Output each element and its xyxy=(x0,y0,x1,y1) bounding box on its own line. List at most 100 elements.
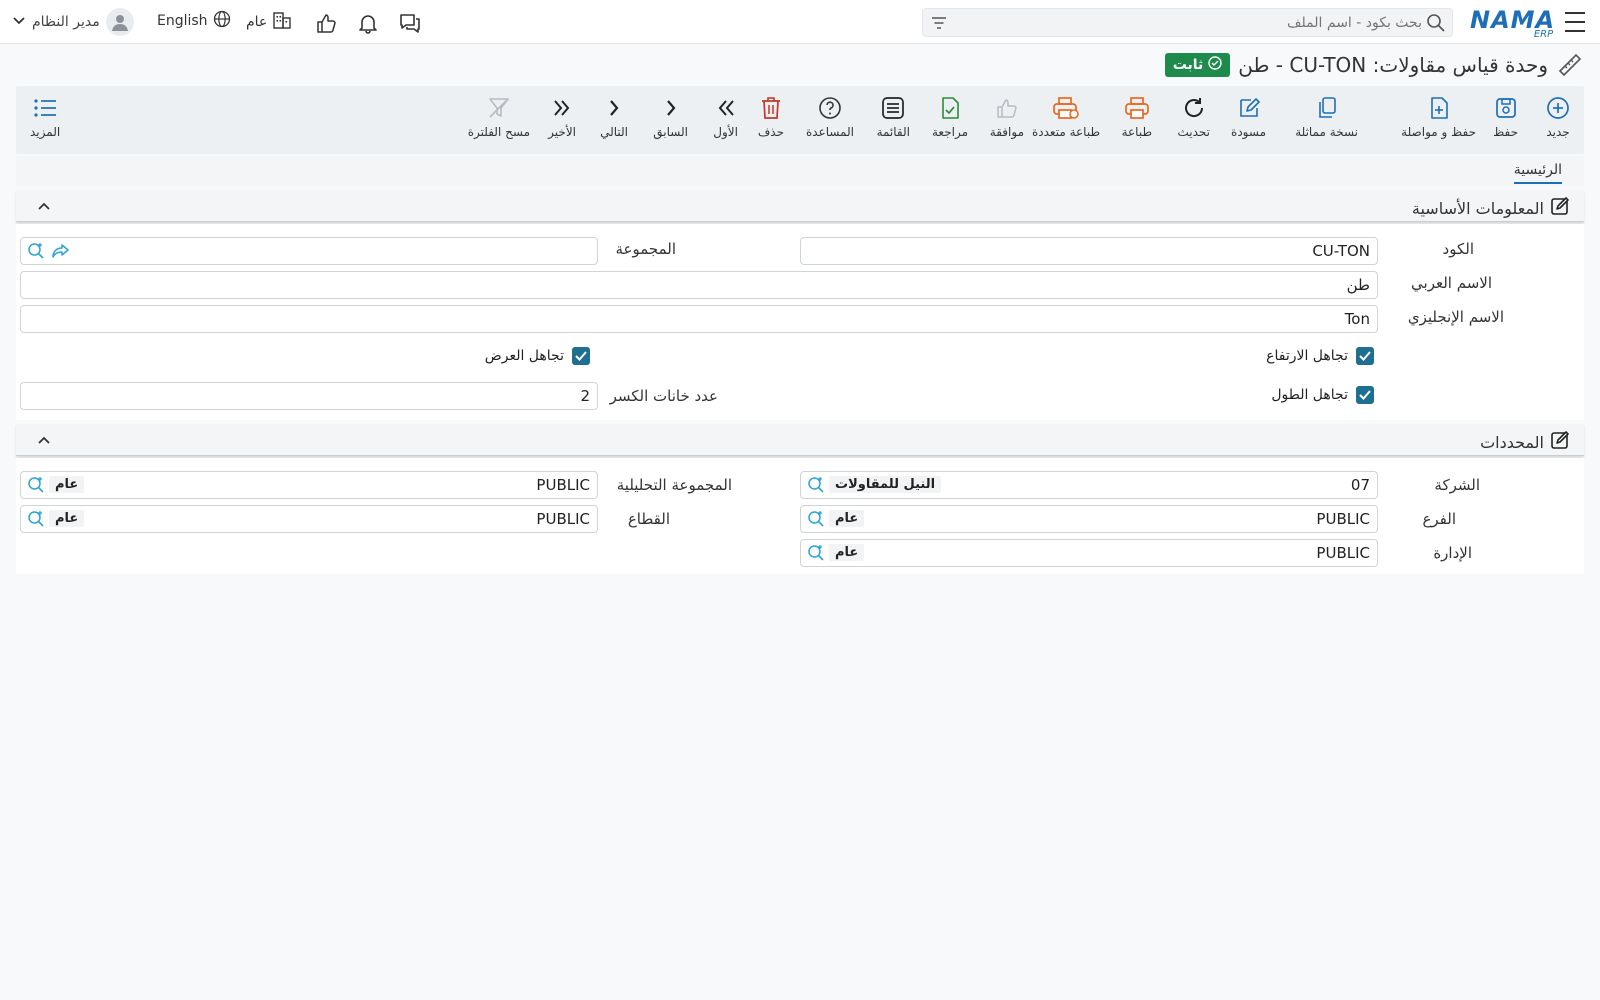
refresh-icon xyxy=(1182,94,1206,122)
top-bar: NAMA ERP عام English مدير النظام xyxy=(0,0,1600,44)
refresh-button[interactable]: تحديث xyxy=(1177,94,1210,139)
edit-square-icon xyxy=(1550,430,1570,454)
copy-icon xyxy=(1315,94,1339,122)
search-add-icon[interactable] xyxy=(27,476,45,498)
filter-icon[interactable] xyxy=(931,15,947,34)
branch-name-chip: عام xyxy=(829,510,865,527)
chevron-up-icon[interactable] xyxy=(36,198,52,214)
share-arrow-icon[interactable] xyxy=(51,242,71,264)
company-label: الشركة xyxy=(1434,476,1480,494)
checkbox-checked-icon[interactable] xyxy=(572,347,590,365)
new-button[interactable]: جديد xyxy=(1546,94,1570,139)
edit-square-icon xyxy=(1550,196,1570,220)
department-name-chip: عام xyxy=(829,544,865,561)
analytic-group-field[interactable]: PUBLIC عام xyxy=(20,471,598,499)
code-field[interactable]: CU-TON xyxy=(800,237,1378,265)
ignore-height-checkbox[interactable]: تجاهل الارتفاع xyxy=(1266,347,1374,365)
language-switcher[interactable]: English xyxy=(157,10,231,32)
building-icon xyxy=(272,10,292,34)
analytic-group-name-chip: عام xyxy=(49,476,85,493)
printer-icon xyxy=(1124,94,1150,122)
department-field[interactable]: PUBLIC عام xyxy=(800,539,1378,567)
chevron-down-icon xyxy=(12,14,26,30)
decimal-places-field[interactable]: 2 xyxy=(20,382,598,410)
check-circle-icon xyxy=(1208,56,1222,74)
list-menu-icon xyxy=(32,94,58,122)
search-box[interactable] xyxy=(922,8,1453,37)
thumbs-up-icon xyxy=(995,94,1019,122)
company-field[interactable]: 07 النيل للمقاولات xyxy=(800,471,1378,499)
double-chevron-right-icon xyxy=(551,94,573,122)
filter-off-icon xyxy=(487,94,511,122)
approve-button[interactable]: موافقة xyxy=(990,94,1024,139)
chevron-left-icon xyxy=(603,94,625,122)
multi-printer-icon xyxy=(1052,94,1080,122)
sector-field[interactable]: PUBLIC عام xyxy=(20,505,598,533)
review-button[interactable]: مراجعة xyxy=(932,94,968,139)
delete-button[interactable]: حذف xyxy=(758,94,784,139)
bell-icon[interactable] xyxy=(355,10,381,36)
search-add-icon[interactable] xyxy=(807,544,825,566)
save-button[interactable]: حفظ xyxy=(1493,94,1518,139)
nama-logo[interactable]: NAMA ERP xyxy=(1470,6,1555,40)
code-label: الكود xyxy=(1442,240,1474,258)
globe-icon xyxy=(213,10,231,32)
search-icon[interactable] xyxy=(1426,13,1446,37)
edit-icon xyxy=(1237,94,1261,122)
file-check-icon xyxy=(938,94,962,122)
draft-button[interactable]: مسودة xyxy=(1231,94,1266,139)
chat-icon[interactable] xyxy=(397,10,423,36)
chevron-up-icon[interactable] xyxy=(36,432,52,448)
trash-icon xyxy=(760,94,782,122)
ignore-length-checkbox[interactable]: تجاهل الطول xyxy=(1271,386,1374,404)
tab-bar: الرئيسية xyxy=(16,156,1584,186)
basic-info-section-body: الكود CU-TON المجموعة الاسم العربي طن ال… xyxy=(16,224,1584,420)
branch-label: الفرع xyxy=(1422,510,1456,528)
sector-label: القطاع xyxy=(627,510,670,528)
dimensions-section-body: الشركة 07 النيل للمقاولات المجموعة التحل… xyxy=(16,458,1584,574)
dimensions-section-header[interactable]: المحددات xyxy=(16,424,1584,456)
action-toolbar: جديد حفظ حفظ و مواصلة نسخة مماثلة مسودة … xyxy=(16,86,1584,154)
clear-filter-button[interactable]: مسح الفلترة xyxy=(468,94,530,139)
search-add-icon[interactable] xyxy=(807,476,825,498)
double-chevron-left-icon xyxy=(715,94,737,122)
search-input[interactable] xyxy=(982,12,1422,34)
checkbox-checked-icon[interactable] xyxy=(1356,386,1374,404)
ignore-width-checkbox[interactable]: تجاهل العرض xyxy=(485,347,590,365)
thumbs-up-icon[interactable] xyxy=(313,10,339,36)
help-button[interactable]: المساعدة xyxy=(806,94,854,139)
branch-field[interactable]: PUBLIC عام xyxy=(800,505,1378,533)
print-button[interactable]: طباعة xyxy=(1122,94,1152,139)
basic-info-section-header[interactable]: المعلومات الأساسية xyxy=(16,190,1584,222)
status-badge: ثابت xyxy=(1164,53,1231,77)
checkbox-checked-icon[interactable] xyxy=(1356,347,1374,365)
next-button[interactable]: التالي xyxy=(600,94,628,139)
section-title: المعلومات الأساسية xyxy=(1411,198,1544,218)
group-label: المجموعة xyxy=(615,240,676,258)
search-add-icon[interactable] xyxy=(27,510,45,532)
search-add-icon[interactable] xyxy=(27,242,45,264)
previous-button[interactable]: السابق xyxy=(653,94,688,139)
menu-icon[interactable] xyxy=(1564,12,1586,32)
english-name-field[interactable]: Ton xyxy=(20,305,1378,333)
arabic-name-label: الاسم العربي xyxy=(1411,274,1492,292)
first-button[interactable]: الأول xyxy=(713,94,738,139)
company-switcher[interactable]: عام xyxy=(246,10,292,34)
arabic-name-field[interactable]: طن xyxy=(20,271,1378,299)
english-name-label: الاسم الإنجليزي xyxy=(1407,308,1504,326)
duplicate-button[interactable]: نسخة مماثلة xyxy=(1295,94,1358,139)
multi-print-button[interactable]: طباعة متعددة xyxy=(1032,94,1100,139)
list-icon xyxy=(881,94,905,122)
tab-main[interactable]: الرئيسية xyxy=(1513,162,1562,184)
save-continue-button[interactable]: حفظ و مواصلة xyxy=(1401,94,1476,139)
last-button[interactable]: الأخير xyxy=(548,94,576,139)
file-plus-icon xyxy=(1427,94,1451,122)
page-header: وحدة قياس مقاولات: CU-TON - طن ثابت xyxy=(1164,50,1584,80)
user-menu[interactable]: مدير النظام xyxy=(12,8,134,36)
department-label: الإدارة xyxy=(1433,544,1472,562)
more-button[interactable]: المزيد xyxy=(30,94,60,139)
group-field[interactable] xyxy=(20,237,598,265)
question-circle-icon xyxy=(818,94,842,122)
list-button[interactable]: القائمة xyxy=(877,94,910,139)
search-add-icon[interactable] xyxy=(807,510,825,532)
